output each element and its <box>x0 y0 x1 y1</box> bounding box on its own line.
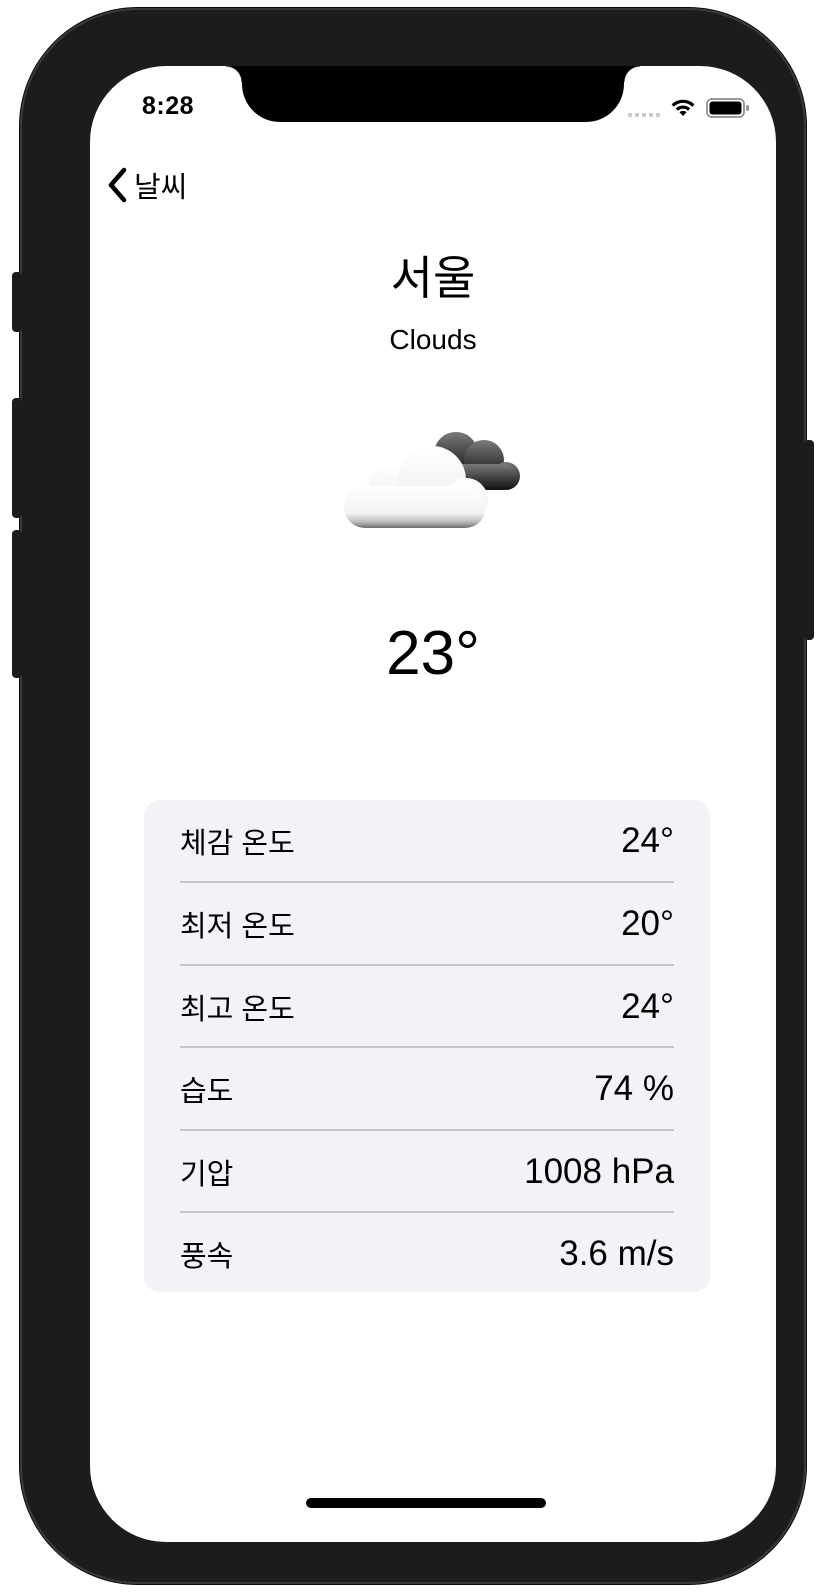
detail-value: 20° <box>621 904 674 943</box>
detail-row-humidity: 습도 74 % <box>180 1048 674 1130</box>
partly-cloudy-icon <box>344 432 520 528</box>
battery-icon <box>706 98 749 118</box>
phone-frame: 8:28 날씨 서울 Clouds 23° 체감 온도 24° 최저 온도 20… <box>12 8 814 1584</box>
back-button[interactable]: 날씨 <box>106 164 187 206</box>
cellular-signal-icon <box>628 99 660 117</box>
home-indicator[interactable] <box>306 1498 546 1508</box>
detail-row-wind-speed: 풍속 3.6 m/s <box>180 1213 674 1295</box>
detail-row-min-temp: 최저 온도 20° <box>180 883 674 965</box>
city-name: 서울 <box>390 252 476 304</box>
detail-label: 최저 온도 <box>180 911 295 943</box>
volume-down-button <box>12 530 22 678</box>
detail-label: 기압 <box>180 1159 234 1191</box>
detail-value: 1008 hPa <box>524 1152 674 1191</box>
detail-value: 3.6 m/s <box>559 1234 674 1273</box>
chevron-left-icon <box>108 167 127 203</box>
detail-value: 24° <box>621 821 674 860</box>
detail-row-feels-like: 체감 온도 24° <box>180 800 674 882</box>
detail-value: 24° <box>621 987 674 1026</box>
back-button-label: 날씨 <box>134 172 188 204</box>
detail-value: 74 % <box>594 1069 674 1108</box>
mute-switch <box>12 272 22 332</box>
weather-details-card: 체감 온도 24° 최저 온도 20° 최고 온도 24° 습도 74 % 기압 <box>144 800 710 1292</box>
notch <box>226 66 640 122</box>
weather-condition: Clouds <box>389 324 477 355</box>
wifi-icon <box>671 99 695 116</box>
status-icons <box>628 96 750 120</box>
volume-up-button <box>12 398 22 518</box>
status-time: 8:28 <box>142 92 195 120</box>
detail-label: 최고 온도 <box>180 994 295 1026</box>
detail-label: 습도 <box>180 1076 234 1108</box>
current-temperature: 23° <box>386 619 480 688</box>
detail-label: 풍속 <box>180 1241 234 1273</box>
power-button <box>804 440 814 640</box>
detail-row-max-temp: 최고 온도 24° <box>180 966 674 1048</box>
detail-label: 체감 온도 <box>180 828 295 860</box>
detail-row-pressure: 기압 1008 hPa <box>180 1131 674 1213</box>
screen: 8:28 날씨 서울 Clouds 23° 체감 온도 24° 최저 온도 20… <box>90 66 776 1542</box>
